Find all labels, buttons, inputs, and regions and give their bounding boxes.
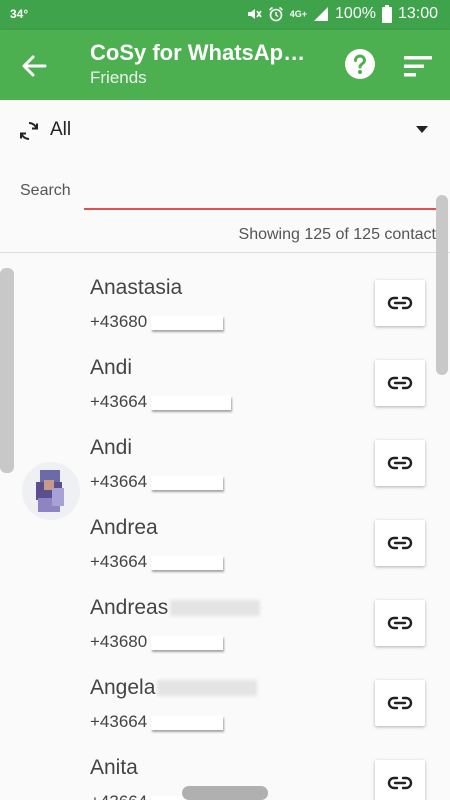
link-icon bbox=[387, 296, 413, 310]
group-select[interactable]: All bbox=[18, 116, 438, 146]
contact-phone: +43664 bbox=[90, 792, 147, 800]
link-button[interactable] bbox=[375, 520, 425, 566]
contact-phone: +43664 bbox=[90, 712, 148, 731]
link-button[interactable] bbox=[375, 280, 425, 326]
arrow-left-icon[interactable] bbox=[18, 50, 50, 82]
link-button[interactable] bbox=[375, 600, 425, 646]
list-item[interactable]: Andi +43664 bbox=[0, 332, 450, 412]
contact-list: Anastasia +43680 Andi +43664 Andi +43664… bbox=[0, 252, 450, 800]
fast-scroll-thumb[interactable] bbox=[0, 268, 14, 473]
search-label: Search bbox=[20, 182, 71, 199]
redaction-mask bbox=[151, 555, 224, 570]
link-button[interactable] bbox=[375, 680, 425, 726]
app-subtitle: Friends bbox=[90, 68, 147, 87]
redaction-mask bbox=[151, 395, 232, 410]
battery-percent: 100% bbox=[335, 5, 376, 22]
blurred-surname bbox=[157, 680, 258, 697]
list-item[interactable]: Andrea +43664 bbox=[0, 492, 450, 572]
link-icon bbox=[387, 456, 413, 470]
list-item[interactable]: Andi +43664 bbox=[0, 412, 450, 520]
redaction-mask bbox=[151, 715, 224, 730]
filter-panel: All Search Showing 125 of 125 contacts bbox=[0, 100, 450, 253]
list-item[interactable]: Anastasia +43680 bbox=[0, 252, 450, 332]
sync-icon bbox=[20, 121, 38, 141]
contact-name: Anastasia bbox=[90, 276, 183, 299]
contact-phone: +43680 bbox=[90, 632, 148, 651]
contact-phone: +43664 bbox=[90, 392, 148, 411]
help-circle-icon[interactable] bbox=[344, 48, 376, 80]
battery-icon bbox=[381, 5, 392, 23]
list-item[interactable]: Angela +43664 bbox=[0, 652, 450, 732]
link-button[interactable] bbox=[375, 440, 425, 486]
signal-icon bbox=[314, 7, 329, 21]
contact-name: Andrea bbox=[90, 516, 158, 539]
link-icon bbox=[387, 696, 413, 710]
chevron-down-icon bbox=[416, 126, 428, 133]
temperature: 34° bbox=[10, 7, 29, 21]
status-bar: 34° 4G+ 100% 13:00 bbox=[0, 0, 450, 30]
search-input[interactable] bbox=[84, 176, 448, 210]
contact-phone: +43680 bbox=[90, 312, 148, 331]
navigation-handle[interactable] bbox=[182, 786, 268, 800]
redaction-mask bbox=[151, 475, 224, 490]
group-select-value: All bbox=[50, 119, 72, 140]
filter-list-icon[interactable] bbox=[402, 52, 434, 80]
network-type: 4G+ bbox=[289, 9, 308, 19]
contact-name: Andi bbox=[90, 436, 133, 459]
contact-phone: +43664 bbox=[90, 552, 148, 571]
app-title: CoSy for WhatsAp… bbox=[90, 40, 306, 65]
contact-phone: +43664 bbox=[90, 472, 148, 491]
contact-name: Andi bbox=[90, 356, 133, 379]
redaction-mask bbox=[151, 635, 224, 650]
redaction-mask bbox=[151, 315, 224, 330]
contact-count: Showing 125 of 125 contacts bbox=[238, 226, 444, 243]
link-icon bbox=[387, 536, 413, 550]
link-icon bbox=[387, 616, 413, 630]
app-bar: CoSy for WhatsAp… Friends bbox=[0, 30, 450, 100]
link-button[interactable] bbox=[375, 360, 425, 406]
blurred-surname bbox=[170, 600, 261, 617]
contact-name: Angela bbox=[90, 676, 156, 699]
contact-name: Anita bbox=[90, 756, 138, 779]
link-icon bbox=[387, 376, 413, 390]
link-button[interactable] bbox=[375, 760, 425, 800]
contact-name: Andreas bbox=[90, 596, 169, 619]
list-item[interactable]: Andreas +43680 bbox=[0, 572, 450, 652]
clock: 13:00 bbox=[397, 5, 438, 22]
alarm-icon bbox=[268, 6, 283, 22]
mute-icon bbox=[247, 9, 262, 19]
link-icon bbox=[387, 776, 413, 790]
